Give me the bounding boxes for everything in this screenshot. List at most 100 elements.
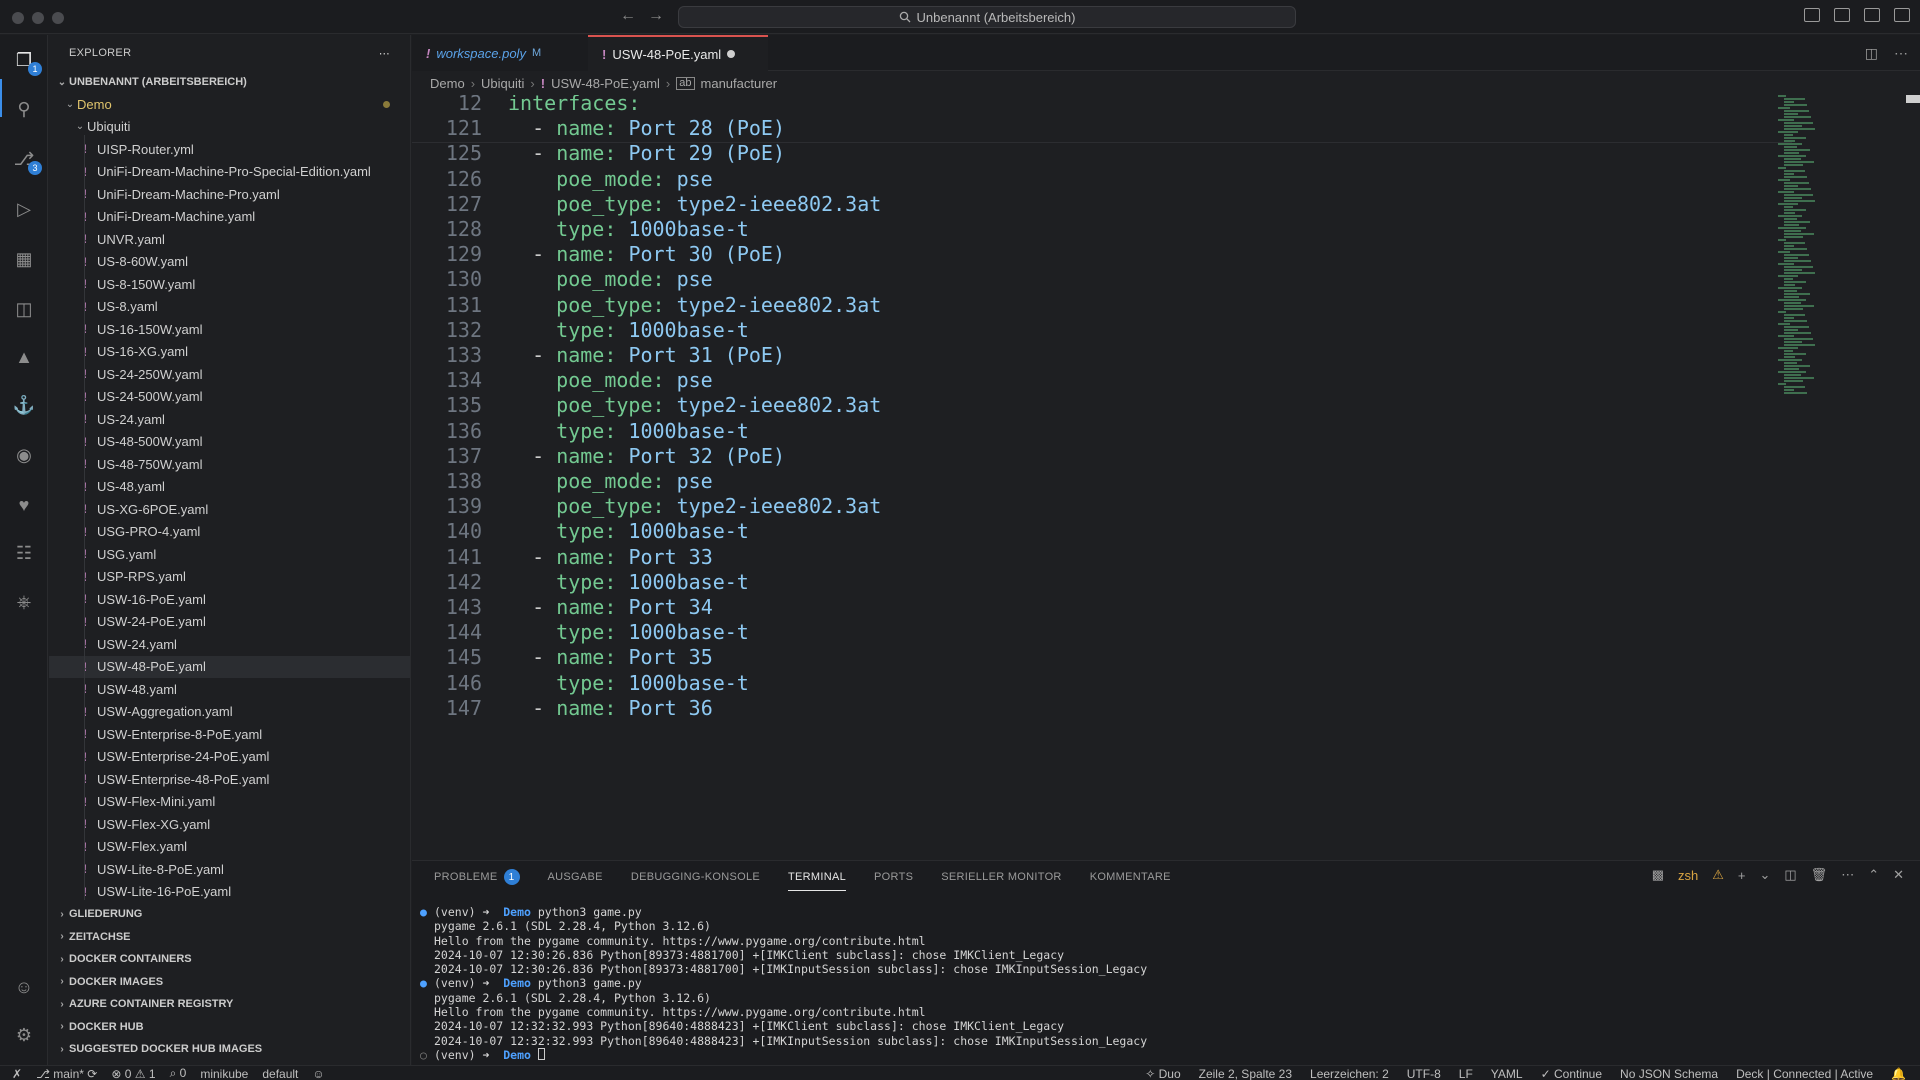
- ports-item[interactable]: ⌕ 0: [170, 1066, 187, 1080]
- panel-tab-kommentare[interactable]: KOMMENTARE: [1090, 869, 1171, 891]
- docker-icon[interactable]: ⚓: [12, 393, 36, 417]
- command-center[interactable]: Unbenannt (Arbeitsbereich): [678, 6, 1296, 28]
- breadcrumb-item[interactable]: USW-48-PoE.yaml: [551, 76, 660, 91]
- file-item[interactable]: ! US-24.yaml: [49, 408, 410, 431]
- file-item[interactable]: ! US-48-500W.yaml: [49, 431, 410, 454]
- file-item[interactable]: ! USW-Lite-16-PoE.yaml: [49, 881, 410, 904]
- sidebar-section[interactable]: › DOCKER HUB: [49, 1016, 410, 1039]
- feedback-icon[interactable]: ☺: [312, 1067, 324, 1080]
- file-item[interactable]: ! USW-Enterprise-24-PoE.yaml: [49, 746, 410, 769]
- sidebar-section[interactable]: › AZURE CONTAINER REGISTRY: [49, 993, 410, 1016]
- panel-tab-terminal[interactable]: TERMINAL: [788, 869, 847, 891]
- chevron-down-icon[interactable]: ⌄: [1759, 867, 1770, 883]
- sidebar-section[interactable]: › DOCKER CONTAINERS: [49, 948, 410, 971]
- tab-usw-48-poe[interactable]: ! USW-48-PoE.yaml: [588, 35, 768, 71]
- maximize-window-button[interactable]: [52, 12, 64, 24]
- sidebar-section[interactable]: › ZEITACHSE: [49, 926, 410, 949]
- file-item[interactable]: ! USW-Flex.yaml: [49, 836, 410, 859]
- close-window-button[interactable]: [12, 12, 24, 24]
- file-item[interactable]: ! USW-Lite-8-PoE.yaml: [49, 858, 410, 881]
- code-editor[interactable]: 12 interfaces: 121 - name: Port 28 (PoE) 12…: [412, 95, 1792, 857]
- explorer-icon[interactable]: ❐ 1: [12, 48, 42, 76]
- toggle-sidebar-icon[interactable]: [1804, 8, 1820, 22]
- remote-icon[interactable]: ✗: [12, 1067, 22, 1080]
- new-terminal-icon[interactable]: +: [1738, 868, 1746, 883]
- file-item[interactable]: ! USG.yaml: [49, 543, 410, 566]
- forward-arrow-icon[interactable]: →: [648, 7, 664, 25]
- cursor-position[interactable]: Zeile 2, Spalte 23: [1199, 1067, 1292, 1080]
- more-actions-icon[interactable]: ⋯: [1894, 45, 1908, 62]
- file-item[interactable]: ! UniFi-Dream-Machine.yaml: [49, 206, 410, 229]
- panel-tab-probleme[interactable]: PROBLEME 1: [434, 869, 520, 891]
- file-item[interactable]: ! US-24-250W.yaml: [49, 363, 410, 386]
- end-of-line[interactable]: LF: [1459, 1067, 1473, 1080]
- file-item[interactable]: ! UniFi-Dream-Machine-Pro-Special-Edition…: [49, 161, 410, 184]
- book-icon[interactable]: ☷: [12, 541, 36, 565]
- file-item[interactable]: ! US-16-150W.yaml: [49, 318, 410, 341]
- file-item[interactable]: ! US-8-150W.yaml: [49, 273, 410, 296]
- file-item[interactable]: ! US-48.yaml: [49, 476, 410, 499]
- maximize-panel-icon[interactable]: ⌃: [1868, 867, 1879, 883]
- file-item[interactable]: ! US-8-60W.yaml: [49, 251, 410, 274]
- file-item[interactable]: ! USW-48.yaml: [49, 678, 410, 701]
- tab-workspace-poly[interactable]: ! workspace.poly M: [412, 35, 588, 71]
- indentation[interactable]: Leerzeichen: 2: [1310, 1067, 1389, 1080]
- file-item[interactable]: ! USW-Enterprise-48-PoE.yaml: [49, 768, 410, 791]
- toggle-secondary-sidebar-icon[interactable]: [1864, 8, 1880, 22]
- namespace-name[interactable]: default: [262, 1067, 298, 1080]
- file-item[interactable]: ! USW-Aggregation.yaml: [49, 701, 410, 724]
- more-actions-icon[interactable]: ⋯: [1841, 867, 1854, 883]
- folder-demo[interactable]: ⌄ Demo: [49, 93, 410, 116]
- breadcrumb-item[interactable]: Demo: [430, 76, 465, 91]
- encoding[interactable]: UTF-8: [1407, 1067, 1441, 1080]
- file-item[interactable]: ! US-48-750W.yaml: [49, 453, 410, 476]
- search-icon[interactable]: ⚲: [12, 97, 36, 121]
- run-debug-icon[interactable]: ▷: [12, 197, 36, 221]
- file-item[interactable]: ! USW-24.yaml: [49, 633, 410, 656]
- terminal-output[interactable]: ● (venv) ➜ Demo python3 game.py pygame 2.6…: [420, 905, 1900, 1062]
- deck-status[interactable]: Deck | Connected | Active: [1736, 1067, 1873, 1080]
- file-item[interactable]: ! USW-16-PoE.yaml: [49, 588, 410, 611]
- branch-item[interactable]: ⎇ main* ⟳: [36, 1067, 97, 1080]
- language-mode[interactable]: YAML: [1491, 1067, 1523, 1080]
- unsaved-dot-icon[interactable]: [727, 50, 736, 58]
- account-icon[interactable]: ☺: [12, 975, 36, 999]
- continue-item[interactable]: ✓ Continue: [1541, 1067, 1602, 1080]
- panel-tab-ausgabe[interactable]: AUSGABE: [548, 869, 603, 891]
- sidebar-section[interactable]: › DOCKER IMAGES: [49, 971, 410, 994]
- testing-icon[interactable]: ▲: [12, 345, 36, 369]
- folder-ubiquiti[interactable]: ⌄ Ubiquiti: [49, 116, 410, 139]
- file-item[interactable]: ! US-8.yaml: [49, 296, 410, 319]
- sidebar-section[interactable]: › GLIEDERUNG: [49, 903, 410, 926]
- split-terminal-icon[interactable]: ◫: [1784, 867, 1796, 883]
- kubernetes-icon[interactable]: ⎈: [12, 590, 36, 614]
- split-editor-icon[interactable]: ◫: [1865, 45, 1878, 62]
- minimize-window-button[interactable]: [32, 12, 44, 24]
- panel-tab-debugging-konsole[interactable]: DEBUGGING-KONSOLE: [631, 869, 760, 891]
- gitlab-icon[interactable]: ♥: [12, 493, 36, 517]
- file-item[interactable]: ! US-24-500W.yaml: [49, 386, 410, 409]
- file-item[interactable]: ! UNVR.yaml: [49, 228, 410, 251]
- file-item[interactable]: ! USG-PRO-4.yaml: [49, 521, 410, 544]
- gear-icon[interactable]: ⚙: [12, 1023, 36, 1047]
- breadcrumb-item[interactable]: Ubiquiti: [481, 76, 524, 91]
- json-schema[interactable]: No JSON Schema: [1620, 1067, 1718, 1080]
- remote-explorer-icon[interactable]: ◫: [12, 297, 36, 321]
- workspace-root[interactable]: ⌄ UNBENANNT (ARBEITSBEREICH): [49, 71, 410, 93]
- file-item[interactable]: ! USW-24-PoE.yaml: [49, 611, 410, 634]
- trash-icon[interactable]: 🗑: [1811, 867, 1828, 883]
- file-item[interactable]: ! US-16-XG.yaml: [49, 341, 410, 364]
- customize-layout-icon[interactable]: [1894, 8, 1910, 22]
- file-item[interactable]: ! USW-Flex-Mini.yaml: [49, 791, 410, 814]
- shell-name[interactable]: zsh: [1678, 868, 1698, 883]
- more-actions-icon[interactable]: ⋯: [379, 47, 390, 60]
- breadcrumb-item[interactable]: manufacturer: [701, 76, 778, 91]
- bell-icon[interactable]: 🔔: [1891, 1067, 1906, 1080]
- github-icon[interactable]: ◉: [12, 443, 36, 467]
- panel-tab-ports[interactable]: PORTS: [874, 869, 913, 891]
- file-item[interactable]: ! US-XG-6POE.yaml: [49, 498, 410, 521]
- sidebar-section[interactable]: › SUGGESTED DOCKER HUB IMAGES: [49, 1038, 410, 1061]
- close-icon[interactable]: ✕: [1893, 867, 1904, 883]
- file-item[interactable]: ! UISP-Router.yml: [49, 138, 410, 161]
- panel-tab-serieller-monitor[interactable]: SERIELLER MONITOR: [941, 869, 1061, 891]
